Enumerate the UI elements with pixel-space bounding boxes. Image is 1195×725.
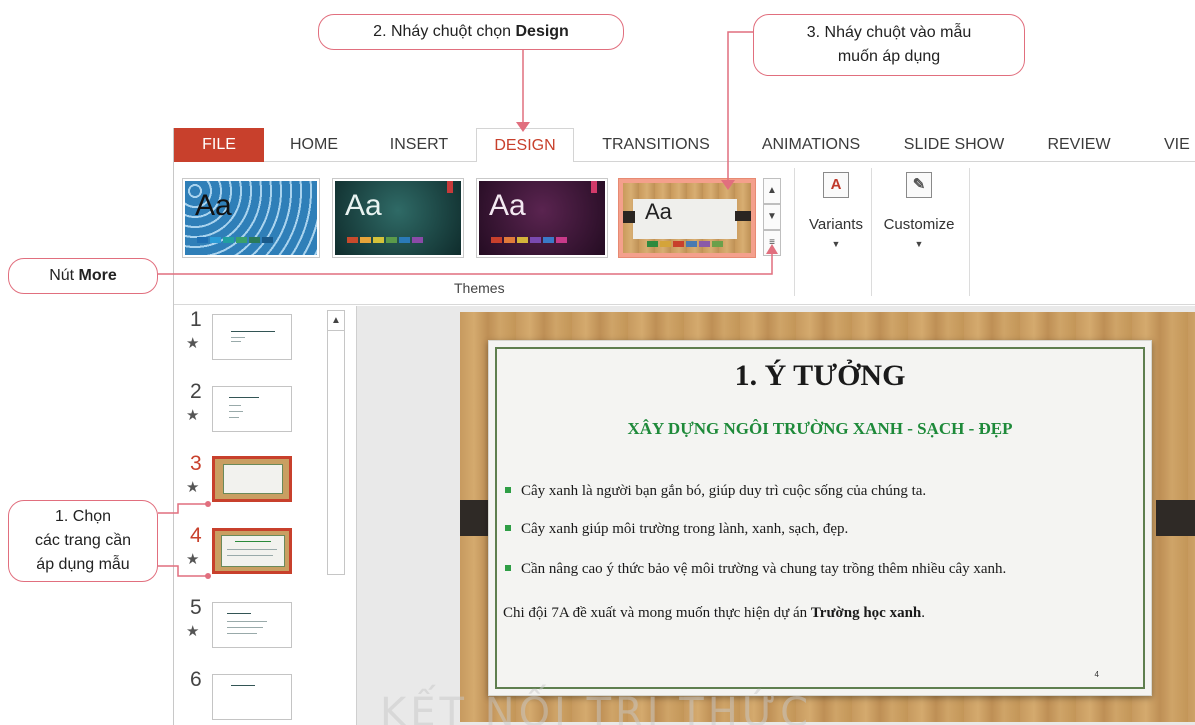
slide-number-5: 5 [190, 596, 202, 619]
variants-label: Variants [809, 216, 863, 233]
slide-bullet[interactable]: Cây xanh giúp môi trường trong lành, xan… [505, 521, 848, 538]
ribbon-separator-3 [969, 168, 970, 296]
animation-star-icon: ★ [186, 335, 200, 352]
tab-animations[interactable]: ANIMATIONS [746, 128, 876, 162]
theme-4-clip-left [623, 211, 635, 223]
slide-thumb-5[interactable] [212, 602, 292, 648]
ribbon-tabs: FILE HOME INSERT DESIGN TRANSITIONS ANIM… [174, 128, 1195, 163]
callout-theme-line1: 3. Nháy chuột vào mẫu [806, 24, 972, 41]
slide-page-number: 4 [1094, 670, 1099, 679]
slide-bullet[interactable]: Cây xanh là người bạn gắn bó, giúp duy t… [505, 483, 926, 500]
slide-editing-area: 1. Ý TƯỞNG XÂY DỰNG NGÔI TRƯỜNG XANH - S… [357, 306, 1195, 725]
slide-number-2: 2 [190, 380, 202, 403]
theme-3-aa: Aa [489, 189, 526, 222]
callout-more-bold: More [78, 267, 117, 284]
thumbnails-scrollbar[interactable]: ▲ [327, 310, 345, 575]
slide-number-1: 1 [190, 308, 202, 331]
theme-thumb-1[interactable]: Aa [182, 178, 320, 258]
watermark: KẾT NỐI TRI THỨC [380, 690, 813, 725]
powerpoint-window: FILE HOME INSERT DESIGN TRANSITIONS ANIM… [173, 128, 1195, 725]
slide-bullet[interactable]: Cần nâng cao ý thức bảo vệ môi trường và… [505, 561, 1006, 578]
customize-icon: ✎ [906, 172, 932, 198]
callout-design-text: 2. Nháy chuột chọn [373, 23, 516, 40]
slide-thumb-6[interactable] [212, 674, 292, 720]
slide-thumbnails-pane: 1 ★ 2 ★ 3 ★ 4 ★ 5 ★ 6 ▲ [174, 306, 357, 725]
slide-number-3: 3 [190, 452, 202, 475]
customize-button[interactable]: ✎ Customize ▼ [876, 172, 962, 282]
variants-dropdown-icon: ▼ [831, 239, 841, 249]
customize-dropdown-icon: ▼ [914, 239, 924, 249]
ribbon-separator-2 [871, 168, 872, 296]
themes-group-label: Themes [454, 280, 505, 296]
theme-3-swatches [491, 237, 567, 243]
variants-icon: A [823, 172, 849, 198]
bullet-square-icon [505, 486, 511, 493]
tab-file[interactable]: FILE [174, 128, 264, 162]
ribbon-separator-1 [794, 168, 795, 296]
callout-select-line2: các trang cần [34, 532, 132, 549]
tab-insert[interactable]: INSERT [374, 128, 464, 162]
callout-select-line1: 1. Chọn [54, 508, 112, 525]
slide-thumb-3[interactable] [212, 456, 292, 502]
tab-view[interactable]: VIE [1164, 128, 1195, 162]
theme-thumb-2[interactable]: Aa [332, 178, 464, 258]
ribbon-design: Aa Aa Aa Aa ▲ ▼ ≡ Themes A Variants ▼ ✎ … [174, 162, 1195, 305]
callout-theme-line2: muốn áp dụng [837, 48, 941, 65]
callout-more-text: Nút [49, 267, 79, 284]
tab-home[interactable]: HOME [274, 128, 354, 162]
slide-number-4: 4 [190, 524, 202, 547]
theme-thumb-3[interactable]: Aa [476, 178, 608, 258]
current-slide[interactable]: 1. Ý TƯỞNG XÂY DỰNG NGÔI TRƯỜNG XANH - S… [460, 312, 1195, 722]
scroll-up-arrow-icon[interactable]: ▲ [328, 311, 344, 331]
animation-star-icon: ★ [186, 623, 200, 640]
callout-select-line3: áp dụng mẫu [36, 556, 130, 573]
theme-2-aa: Aa [345, 189, 382, 222]
slide-thumb-4[interactable] [212, 528, 292, 574]
theme-3-tag [591, 181, 597, 193]
slide-bullet-text: Cần nâng cao ý thức bảo vệ môi trường và… [521, 561, 1007, 577]
theme-2-swatches [347, 237, 423, 243]
theme-1-aa: Aa [195, 189, 232, 222]
slide-content-card: 1. Ý TƯỞNG XÂY DỰNG NGÔI TRƯỜNG XANH - S… [488, 340, 1152, 696]
themes-more-button[interactable]: ≡ [763, 230, 781, 256]
bullet-square-icon [505, 524, 511, 531]
bullet-square-icon [505, 564, 511, 571]
callout-choose-theme: 3. Nháy chuột vào mẫu muốn áp dụng [753, 14, 1025, 76]
theme-thumb-4[interactable]: Aa [618, 178, 756, 258]
slide-number-6: 6 [190, 668, 202, 691]
theme-4-aa: Aa [645, 199, 672, 224]
variants-button[interactable]: A Variants ▼ [800, 172, 872, 282]
themes-scroll-up-button[interactable]: ▲ [763, 178, 781, 204]
slide-paragraph[interactable]: Chi đội 7A đề xuất và mong muốn thực hiệ… [503, 605, 925, 622]
theme-1-swatches [197, 237, 273, 243]
tab-design[interactable]: DESIGN [476, 128, 574, 163]
slide-thumb-2[interactable] [212, 386, 292, 432]
slide-clip-right [1156, 500, 1195, 536]
theme-4-swatches [647, 241, 723, 247]
slide-thumb-1[interactable] [212, 314, 292, 360]
animation-star-icon: ★ [186, 407, 200, 424]
callout-select-slides: 1. Chọn các trang cần áp dụng mẫu [8, 500, 158, 582]
slide-paragraph-text: Chi đội 7A đề xuất và mong muốn thực hiệ… [503, 605, 811, 621]
slide-paragraph-end: . [921, 605, 926, 621]
slide-subtitle[interactable]: XÂY DỰNG NGÔI TRƯỜNG XANH - SẠCH - ĐẸP [489, 419, 1151, 439]
animation-star-icon: ★ [186, 479, 200, 496]
callout-more-button: Nút More [8, 258, 158, 294]
slide-paragraph-bold: Trường học xanh [810, 605, 922, 621]
customize-label: Customize [883, 216, 955, 233]
slide-bullet-text: Cây xanh giúp môi trường trong lành, xan… [521, 521, 849, 537]
tab-review[interactable]: REVIEW [1039, 128, 1119, 162]
themes-scroll-down-button[interactable]: ▼ [763, 204, 781, 230]
callout-design-bold: Design [515, 23, 569, 40]
animation-star-icon: ★ [186, 551, 200, 568]
slide-title[interactable]: 1. Ý TƯỞNG [489, 359, 1151, 393]
tab-transitions[interactable]: TRANSITIONS [586, 128, 726, 162]
tab-slide-show[interactable]: SLIDE SHOW [894, 128, 1014, 162]
slide-bullet-text: Cây xanh là người bạn gắn bó, giúp duy t… [521, 483, 927, 499]
callout-choose-design: 2. Nháy chuột chọn Design [318, 14, 624, 50]
slide-frame [495, 347, 1145, 689]
theme-4-clip-right [735, 211, 751, 221]
theme-2-tag [447, 181, 453, 193]
